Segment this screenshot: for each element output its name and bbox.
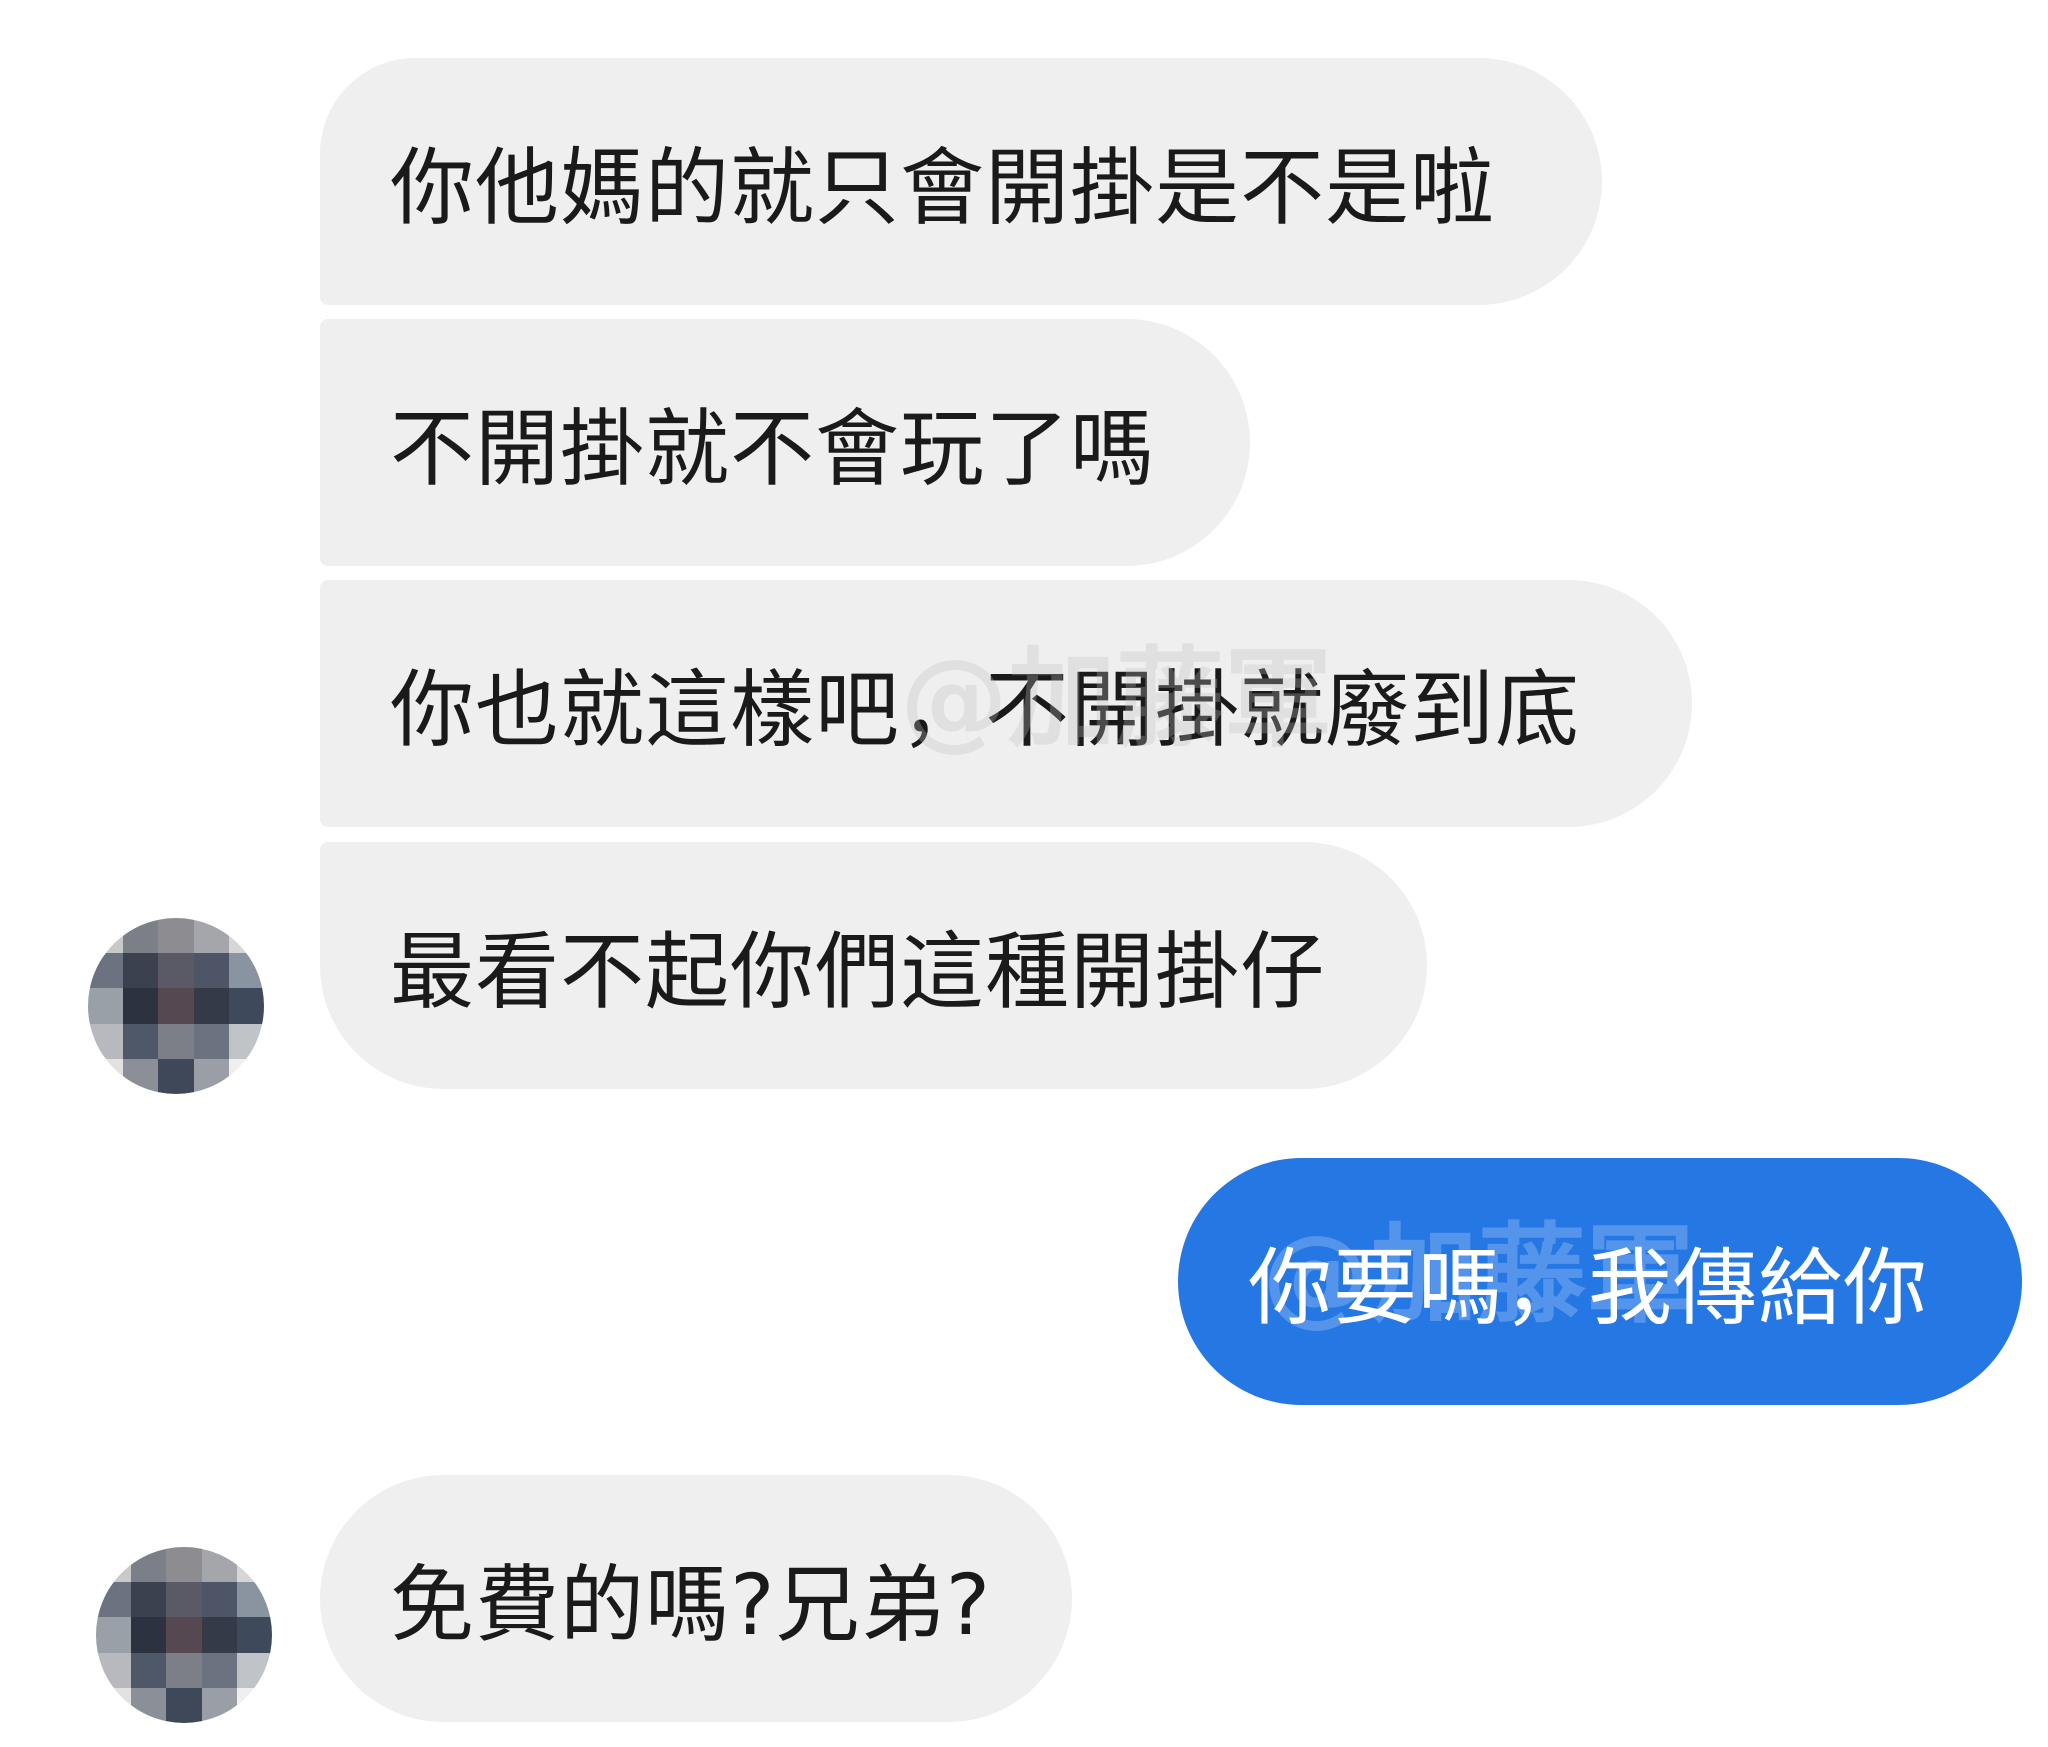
avatar-pixel xyxy=(228,988,264,1024)
avatar[interactable] xyxy=(96,1547,272,1723)
avatar-pixel xyxy=(96,1687,132,1723)
avatar-pixel xyxy=(228,918,264,954)
avatar-pixel xyxy=(88,953,124,989)
avatar-pixel xyxy=(228,1023,264,1059)
avatar-pixel xyxy=(123,988,159,1024)
avatar-pixel xyxy=(201,1687,237,1723)
incoming-message-1[interactable]: 你他媽的就只會開掛是不是啦 xyxy=(320,58,1602,305)
incoming-message-3[interactable]: 你也就這樣吧，不開掛就廢到底 xyxy=(320,580,1692,827)
avatar-pixel xyxy=(123,918,159,954)
avatar-pixel xyxy=(228,1058,264,1094)
incoming-message-2[interactable]: 不開掛就不會玩了嗎 xyxy=(320,319,1250,566)
avatar-pixel xyxy=(123,1023,159,1059)
avatar-pixel xyxy=(96,1617,132,1653)
avatar-pixel xyxy=(123,1058,159,1094)
avatar-pixel xyxy=(201,1547,237,1583)
avatar-pixel xyxy=(96,1547,132,1583)
avatar-pixel xyxy=(201,1652,237,1688)
message-text: 最看不起你們這種開掛仔 xyxy=(390,923,1326,1021)
message-text: 你他媽的就只會開掛是不是啦 xyxy=(390,139,1496,237)
avatar-pixel xyxy=(193,918,229,954)
avatar-pixel xyxy=(158,918,194,954)
incoming-message-4[interactable]: 最看不起你們這種開掛仔 xyxy=(320,842,1427,1089)
avatar-pixel xyxy=(201,1582,237,1618)
avatar-pixel xyxy=(193,953,229,989)
avatar-pixel xyxy=(131,1617,167,1653)
chat-thread: 你他媽的就只會開掛是不是啦 不開掛就不會玩了嗎 你也就這樣吧，不開掛就廢到底 最… xyxy=(0,0,2048,1747)
avatar-pixel xyxy=(201,1617,237,1653)
outgoing-message[interactable]: 你要嗎，我傳給你 xyxy=(1178,1158,2022,1405)
avatar-pixel xyxy=(131,1687,167,1723)
avatar-pixel xyxy=(131,1582,167,1618)
avatar-pixel xyxy=(88,1058,124,1094)
avatar-pixel xyxy=(88,1023,124,1059)
avatar-pixel xyxy=(166,1687,202,1723)
avatar-pixel xyxy=(131,1652,167,1688)
message-text: 你要嗎，我傳給你 xyxy=(1248,1239,1929,1337)
avatar-pixel xyxy=(236,1652,272,1688)
avatar-pixel xyxy=(96,1582,132,1618)
avatar-pixel xyxy=(158,953,194,989)
avatar-pixel xyxy=(236,1687,272,1723)
avatar-pixel xyxy=(193,988,229,1024)
incoming-message-5[interactable]: 免費的嗎?兄弟? xyxy=(320,1475,1072,1722)
message-text: 不開掛就不會玩了嗎 xyxy=(390,400,1156,498)
avatar-pixel xyxy=(158,1058,194,1094)
message-text: 你也就這樣吧，不開掛就廢到底 xyxy=(390,661,1581,759)
avatar-pixel xyxy=(236,1582,272,1618)
avatar-pixel xyxy=(131,1547,167,1583)
avatar-pixel xyxy=(236,1617,272,1653)
avatar-pixel xyxy=(193,1023,229,1059)
avatar-pixel xyxy=(166,1652,202,1688)
avatar-pixel xyxy=(166,1547,202,1583)
avatar-pixel xyxy=(166,1582,202,1618)
avatar-pixel xyxy=(158,1023,194,1059)
avatar-pixel xyxy=(158,988,194,1024)
avatar-pixel xyxy=(123,953,159,989)
avatar-pixel xyxy=(228,953,264,989)
avatar[interactable] xyxy=(88,918,264,1094)
message-text: 免費的嗎?兄弟? xyxy=(390,1556,992,1654)
avatar-pixel xyxy=(236,1547,272,1583)
avatar-pixel xyxy=(88,918,124,954)
avatar-pixel xyxy=(166,1617,202,1653)
avatar-pixel xyxy=(193,1058,229,1094)
avatar-pixel xyxy=(96,1652,132,1688)
avatar-pixel xyxy=(88,988,124,1024)
